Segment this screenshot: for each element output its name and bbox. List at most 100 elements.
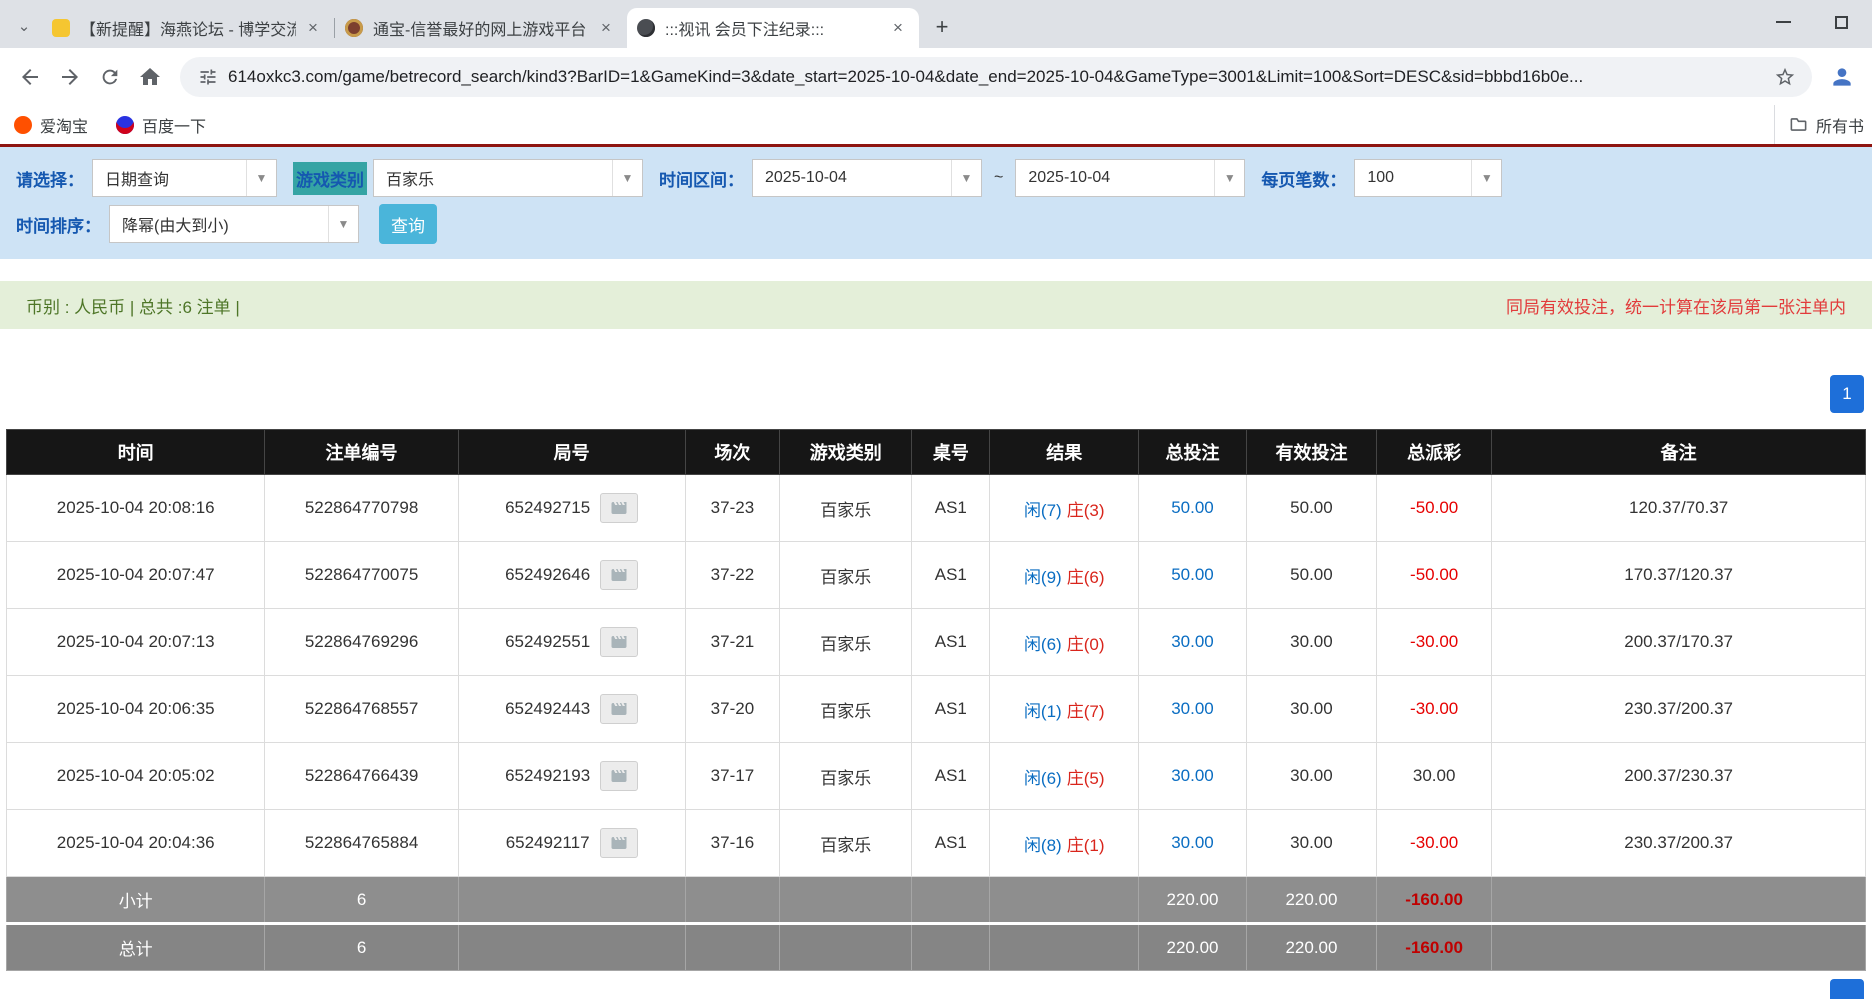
bookmark-taobao[interactable]: 爱淘宝 xyxy=(14,113,88,137)
col-game: 游戏类别 xyxy=(780,430,912,475)
currency-total-info: 币别 : 人民币 | 总共 :6 注单 | xyxy=(26,293,240,318)
table-no-cell: AS1 xyxy=(912,609,990,676)
chevron-down-icon[interactable]: ▼ xyxy=(328,206,358,242)
address-bar[interactable]: 614oxkc3.com/game/betrecord_search/kind3… xyxy=(180,57,1812,97)
session-cell: 37-17 xyxy=(685,743,780,810)
result-cell: 闲(9)庄(6) xyxy=(990,542,1139,609)
bookmark-star-icon[interactable] xyxy=(1774,66,1796,88)
game-type-select[interactable]: 百家乐 ▼ xyxy=(373,159,643,197)
total-bet-link[interactable]: 30.00 xyxy=(1171,766,1214,785)
query-type-value: 日期查询 xyxy=(93,166,246,190)
total-bet-link[interactable]: 50.00 xyxy=(1171,498,1214,517)
tab-bar: ⌄ 【新提醒】海燕论坛 - 博学交流 × 通宝-信誉最好的网上游戏平台 × ::… xyxy=(0,0,1872,48)
page-1-button[interactable]: 1 xyxy=(1830,375,1864,413)
folder-label: 所有书 xyxy=(1816,113,1872,137)
col-valid-bet: 有效投注 xyxy=(1246,430,1376,475)
query-type-select[interactable]: 日期查询 ▼ xyxy=(92,159,277,197)
bookmark-label: 百度一下 xyxy=(142,113,206,137)
close-icon[interactable]: × xyxy=(887,17,909,39)
tab-search-chevron-icon[interactable]: ⌄ xyxy=(10,12,38,40)
valid-bet-cell: 50.00 xyxy=(1246,475,1376,542)
filter-row-2: 时间排序： 降幂(由大到小) ▼ 查询 xyxy=(0,205,1872,243)
note-cell: 200.37/230.37 xyxy=(1492,743,1866,810)
chevron-down-icon[interactable]: ▼ xyxy=(612,160,642,196)
date-start-select[interactable]: 2025-10-04 ▼ xyxy=(752,159,982,197)
bet-id-cell: 522864766439 xyxy=(265,743,458,810)
pagination-bottom-partial[interactable] xyxy=(1830,979,1864,999)
grand-total-valid-bet: 220.00 xyxy=(1246,924,1376,971)
game-type-label: 游戏类别 xyxy=(293,162,367,195)
subtotal-total-bet: 220.00 xyxy=(1139,877,1247,924)
grand-total-count: 6 xyxy=(265,924,458,971)
video-replay-button[interactable] xyxy=(600,828,638,858)
subtotal-count: 6 xyxy=(265,877,458,924)
player-result: 闲(6) xyxy=(1024,635,1062,654)
round-cell: 652492646 xyxy=(458,542,685,609)
video-replay-button[interactable] xyxy=(600,761,638,791)
chevron-down-icon[interactable]: ▼ xyxy=(1471,160,1501,196)
col-round: 局号 xyxy=(458,430,685,475)
maximize-icon[interactable] xyxy=(1835,16,1848,29)
col-payout: 总派彩 xyxy=(1377,430,1492,475)
chevron-down-icon[interactable]: ▼ xyxy=(1214,160,1244,196)
close-icon[interactable]: × xyxy=(595,17,617,39)
result-cell: 闲(1)庄(7) xyxy=(990,676,1139,743)
table-no-cell: AS1 xyxy=(912,743,990,810)
browser-toolbar: 614oxkc3.com/game/betrecord_search/kind3… xyxy=(0,48,1872,105)
banker-result: 庄(0) xyxy=(1067,635,1105,654)
total-bet-link[interactable]: 30.00 xyxy=(1171,833,1214,852)
all-bookmarks-folder[interactable]: 所有书 xyxy=(1774,105,1872,144)
forward-button[interactable] xyxy=(50,57,90,97)
bet-id-cell: 522864769296 xyxy=(265,609,458,676)
chevron-down-icon[interactable]: ▼ xyxy=(246,160,276,196)
minimize-icon[interactable] xyxy=(1776,21,1791,23)
game-cell: 百家乐 xyxy=(780,609,912,676)
tab-tongbao[interactable]: 通宝-信誉最好的网上游戏平台 × xyxy=(335,8,627,48)
valid-bet-cell: 30.00 xyxy=(1246,609,1376,676)
bet-id-cell: 522864765884 xyxy=(265,810,458,877)
url-text[interactable]: 614oxkc3.com/game/betrecord_search/kind3… xyxy=(228,67,1764,87)
video-replay-button[interactable] xyxy=(600,493,638,523)
session-cell: 37-16 xyxy=(685,810,780,877)
search-button[interactable]: 查询 xyxy=(379,204,437,244)
back-button[interactable] xyxy=(10,57,50,97)
time-cell: 2025-10-04 20:04:36 xyxy=(7,810,265,877)
range-separator: ~ xyxy=(994,169,1003,187)
result-cell: 闲(6)庄(5) xyxy=(990,743,1139,810)
payout-cell: -50.00 xyxy=(1377,542,1492,609)
date-end-select[interactable]: 2025-10-04 ▼ xyxy=(1015,159,1245,197)
page-size-select[interactable]: 100 ▼ xyxy=(1354,159,1502,197)
valid-bet-cell: 50.00 xyxy=(1246,542,1376,609)
total-bet-cell: 30.00 xyxy=(1139,676,1247,743)
bookmarks-bar: 爱淘宝 百度一下 所有书 xyxy=(0,105,1872,144)
reload-button[interactable] xyxy=(90,57,130,97)
video-replay-button[interactable] xyxy=(600,694,638,724)
round-cell: 652492193 xyxy=(458,743,685,810)
session-cell: 37-20 xyxy=(685,676,780,743)
site-settings-icon[interactable] xyxy=(198,67,218,87)
forward-arrow-icon xyxy=(58,65,82,89)
page-size-label: 每页笔数： xyxy=(1261,166,1346,191)
total-bet-link[interactable]: 50.00 xyxy=(1171,565,1214,584)
col-time: 时间 xyxy=(7,430,265,475)
sort-select[interactable]: 降幂(由大到小) ▼ xyxy=(109,205,359,243)
sort-label: 时间排序： xyxy=(16,212,101,237)
session-cell: 37-22 xyxy=(685,542,780,609)
total-bet-link[interactable]: 30.00 xyxy=(1171,699,1214,718)
chevron-down-icon[interactable]: ▼ xyxy=(951,160,981,196)
tab-bet-records-active[interactable]: :::视讯 会员下注纪录::: × xyxy=(627,8,919,48)
close-icon[interactable]: × xyxy=(302,17,324,39)
video-replay-button[interactable] xyxy=(600,560,638,590)
total-bet-cell: 50.00 xyxy=(1139,475,1247,542)
result-cell: 闲(8)庄(1) xyxy=(990,810,1139,877)
profile-button[interactable] xyxy=(1822,57,1862,97)
tab-forum[interactable]: 【新提醒】海燕论坛 - 博学交流 × xyxy=(42,8,334,48)
home-button[interactable] xyxy=(130,57,170,97)
total-bet-link[interactable]: 30.00 xyxy=(1171,632,1214,651)
player-result: 闲(9) xyxy=(1024,568,1062,587)
grand-total-row: 总计 6 220.00 220.00 -160.00 xyxy=(7,924,1866,971)
bookmark-baidu[interactable]: 百度一下 xyxy=(116,113,206,137)
new-tab-button[interactable]: + xyxy=(927,12,957,42)
col-result: 结果 xyxy=(990,430,1139,475)
video-replay-button[interactable] xyxy=(600,627,638,657)
